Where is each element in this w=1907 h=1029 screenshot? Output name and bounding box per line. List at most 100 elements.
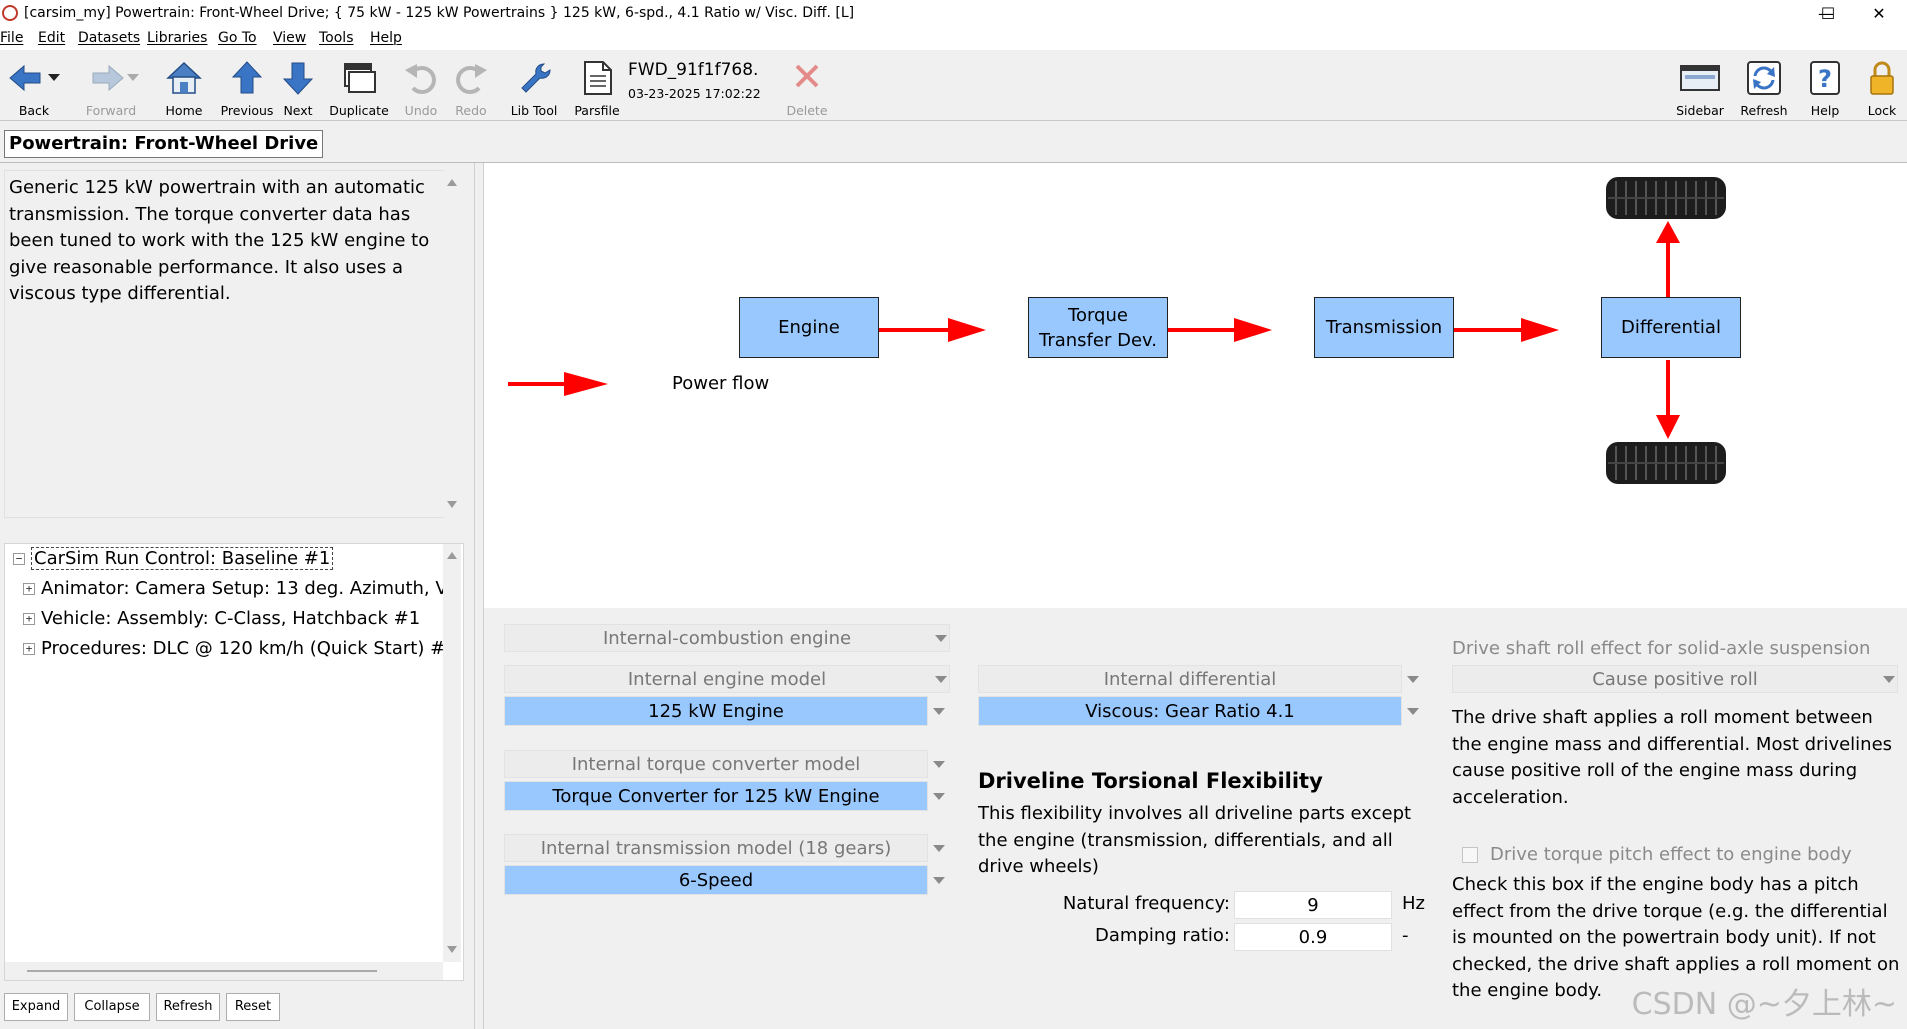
reset-button[interactable]: Reset [226, 993, 280, 1021]
chevron-down-icon[interactable] [930, 665, 950, 693]
pitch-effect-label[interactable]: Drive torque pitch effect to engine body [1490, 842, 1852, 869]
delete-button[interactable]: Delete [782, 56, 832, 120]
undo-button[interactable]: Undo [400, 56, 442, 120]
menu-help[interactable]: Help [370, 30, 402, 46]
roll-effect-heading: Drive shaft roll effect for solid-axle s… [1452, 638, 1871, 659]
scroll-down-icon[interactable] [447, 946, 457, 953]
home-icon [166, 61, 202, 94]
chevron-down-icon[interactable] [1402, 697, 1422, 725]
previous-button[interactable]: Previous [217, 56, 277, 120]
transmission-model-link[interactable]: 6-Speed [504, 865, 928, 895]
close-window-button[interactable]: ✕ [1851, 0, 1907, 28]
home-button[interactable]: Home [158, 56, 210, 120]
refresh-toolbar-label: Refresh [1740, 103, 1788, 118]
next-button[interactable]: Next [278, 56, 318, 120]
expand-toggle-icon[interactable]: + [23, 583, 35, 595]
expand-toggle-icon[interactable]: + [23, 643, 35, 655]
menu-tools[interactable]: Tools [319, 30, 354, 46]
title-bar: [carsim_my] Powertrain: Front-Wheel Driv… [0, 0, 1907, 28]
window-title: [carsim_my] Powertrain: Front-Wheel Driv… [24, 5, 855, 21]
notes-panel[interactable]: Generic 125 kW powertrain with an automa… [4, 170, 461, 518]
collapse-toggle-icon[interactable]: − [13, 553, 25, 565]
menu-file[interactable]: File [0, 30, 23, 46]
dataset-title: Powertrain: Front-Wheel Drive [4, 130, 324, 158]
back-arrow-icon [9, 64, 60, 92]
scroll-up-icon[interactable] [447, 552, 457, 559]
differential-link[interactable]: Viscous: Gear Ratio 4.1 [978, 696, 1402, 726]
powertrain-diagram: Engine Torque Transfer Dev. Transmission… [484, 163, 1907, 608]
menu-libraries[interactable]: Libraries [147, 30, 207, 46]
forward-arrow-icon [92, 64, 139, 92]
power-flow-legend: Power flow [672, 373, 770, 394]
tree-item-vehicle[interactable]: + Vehicle: Assembly: C-Class, Hatchback #… [23, 608, 420, 629]
notes-scrollbar[interactable] [443, 171, 461, 517]
chevron-down-icon[interactable] [930, 624, 950, 652]
maximize-button[interactable]: ☐ [1803, 0, 1853, 28]
sidebar-icon [1680, 65, 1720, 91]
tree-root-row[interactable]: − CarSim Run Control: Baseline #1 [13, 547, 334, 570]
next-label: Next [283, 103, 313, 118]
scroll-up-icon[interactable] [447, 179, 457, 186]
transmission-box[interactable]: Transmission [1314, 297, 1454, 358]
rear-tire-icon [1606, 442, 1726, 484]
menu-view[interactable]: View [273, 30, 306, 46]
pitch-effect-checkbox[interactable] [1462, 847, 1478, 863]
roll-effect-dropdown[interactable]: Cause positive roll [1452, 665, 1898, 693]
tree-item-procedures[interactable]: + Procedures: DLC @ 120 km/h (Quick Start… [23, 638, 457, 659]
transmission-model-label: Internal transmission model (18 gears) [504, 834, 928, 862]
chevron-down-icon[interactable] [1878, 665, 1898, 693]
svg-text:?: ? [1818, 65, 1832, 93]
chevron-down-icon[interactable] [928, 697, 948, 725]
refresh-icon [1747, 61, 1781, 95]
parsfile-label: Parsfile [574, 103, 620, 118]
tree-item-label[interactable]: Vehicle: Assembly: C-Class, Hatchback #1 [41, 608, 420, 629]
notes-text[interactable]: Generic 125 kW powertrain with an automa… [9, 175, 434, 308]
torque-label-line1: Torque [1068, 304, 1128, 326]
collapse-button[interactable]: Collapse [74, 993, 150, 1021]
lock-icon [1870, 61, 1894, 95]
differential-box[interactable]: Differential [1601, 297, 1741, 358]
home-label: Home [165, 103, 203, 118]
menu-goto[interactable]: Go To [218, 30, 257, 46]
forward-button[interactable]: Forward [74, 56, 148, 120]
refresh-tree-button[interactable]: Refresh [156, 993, 220, 1021]
menu-edit[interactable]: Edit [38, 30, 65, 46]
engine-type-dropdown[interactable]: Internal-combustion engine [504, 624, 950, 652]
tree-vertical-scrollbar[interactable] [443, 544, 461, 962]
panel-splitter[interactable] [474, 163, 484, 1029]
chevron-down-icon[interactable] [928, 782, 948, 810]
tree-item-label[interactable]: Procedures: DLC @ 120 km/h (Quick Start)… [41, 638, 457, 659]
chevron-down-icon[interactable] [928, 866, 948, 894]
duplicate-button[interactable]: Duplicate [326, 56, 392, 120]
redo-button[interactable]: Redo [450, 56, 492, 120]
sidebar-button[interactable]: Sidebar [1672, 56, 1728, 120]
parsfile-button[interactable]: Parsfile [570, 56, 624, 120]
refresh-toolbar-button[interactable]: Refresh [1736, 56, 1792, 120]
lib-tool-button[interactable]: Lib Tool [506, 56, 562, 120]
scroll-down-icon[interactable] [447, 501, 457, 508]
natural-frequency-field[interactable]: 9 [1234, 891, 1392, 919]
lock-button[interactable]: Lock [1860, 56, 1904, 120]
chevron-down-icon[interactable] [1402, 665, 1422, 693]
tree-item-animator[interactable]: + Animator: Camera Setup: 13 deg. Azimuth… [23, 578, 462, 599]
chevron-down-icon[interactable] [928, 834, 948, 862]
damping-ratio-label: Damping ratio: [1095, 925, 1230, 946]
tree-item-label[interactable]: Animator: Camera Setup: 13 deg. Azimuth,… [41, 578, 462, 599]
damping-ratio-field[interactable]: 0.9 [1234, 923, 1392, 951]
help-question-icon: ? [1810, 61, 1840, 95]
tree-horizontal-scrollbar[interactable] [5, 962, 443, 980]
torque-transfer-box[interactable]: Torque Transfer Dev. [1028, 297, 1168, 358]
expand-toggle-icon[interactable]: + [23, 613, 35, 625]
back-button[interactable]: Back [2, 56, 66, 120]
chevron-down-icon[interactable] [928, 750, 948, 778]
help-button[interactable]: ? Help [1800, 56, 1850, 120]
tree-root-label[interactable]: CarSim Run Control: Baseline #1 [31, 547, 334, 570]
torque-converter-link[interactable]: Torque Converter for 125 kW Engine [504, 781, 928, 811]
scroll-thumb[interactable] [27, 970, 377, 972]
engine-box[interactable]: Engine [739, 297, 879, 358]
menu-datasets[interactable]: Datasets [78, 30, 140, 46]
torque-label-line2: Transfer Dev. [1038, 329, 1157, 351]
engine-model-link[interactable]: 125 kW Engine [504, 696, 928, 726]
lib-tool-label: Lib Tool [510, 103, 558, 118]
expand-button[interactable]: Expand [4, 993, 68, 1021]
